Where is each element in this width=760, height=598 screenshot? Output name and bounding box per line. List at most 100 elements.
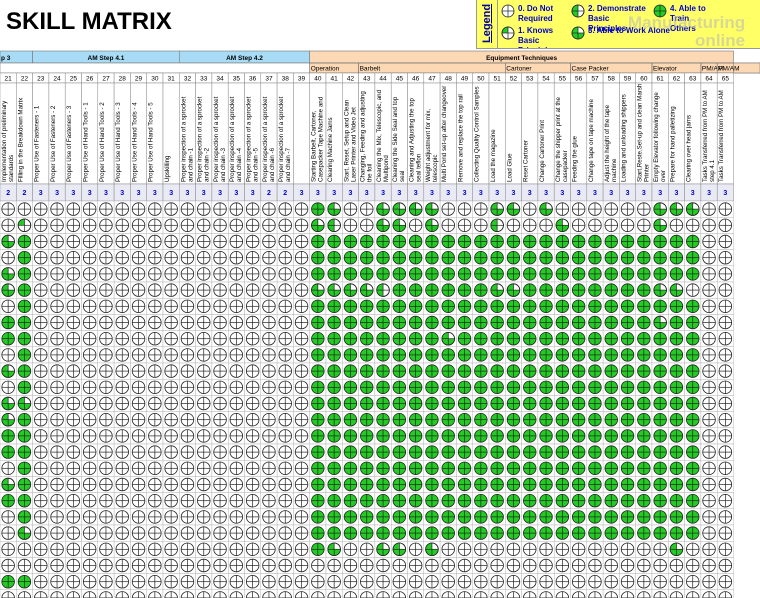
skill-level-icon [604,396,618,411]
skill-level-icon [653,218,667,233]
column-number: 48 [445,76,453,83]
skill-level-icon [360,396,374,411]
skill-level-icon [523,396,537,411]
skill-level-icon [278,396,292,411]
skill-level-icon [180,315,195,330]
skill-level-icon [50,575,64,589]
skill-level-icon [360,299,374,314]
skill-level-icon [604,542,618,557]
skill-level-icon [17,461,32,476]
legend-label-level-0: 0. Do Not Required [518,4,554,23]
skill-level-icon [50,364,64,378]
skill-level-icon [588,364,602,378]
skill-level-icon [262,445,276,459]
skill-level-icon [702,234,716,249]
skill-level-icon [571,380,586,395]
skill-level-icon [376,429,390,443]
employee-row [0,200,734,218]
skill-level-icon [148,558,162,573]
skill-level-icon [457,396,472,411]
skill-level-icon [229,315,244,330]
skill-level-icon [50,510,64,524]
skill-level-icon [457,461,472,476]
skill-level-icon [490,267,504,281]
skill-level-icon [555,315,570,330]
skill-level-icon [392,267,407,281]
skill-level-icon [34,364,48,378]
skill-level-icon [50,445,64,459]
skill-level-icon [474,413,488,427]
skill-level-icon [523,445,537,459]
skill-level-icon [408,251,423,265]
skill-level-icon [1,234,15,249]
watermark-line-2: online [695,31,746,50]
skill-level-icon [392,575,407,589]
skill-level-icon [115,234,129,249]
skill-level-icon [604,380,618,395]
skill-level-icon [34,445,48,459]
column-number: 46 [412,76,420,83]
skill-level-icon [1,429,15,443]
skill-level-icon [148,234,162,249]
column-number: 47 [428,76,436,83]
skill-level-icon [262,283,276,297]
skill-level-icon [686,364,700,378]
skill-level-icon [376,510,390,524]
target-level: 3 [723,190,727,197]
target-level: 3 [185,190,189,197]
skill-level-icon [245,267,260,281]
skill-level-icon [490,461,504,476]
skill-level-icon [669,558,684,573]
skill-level-icon [229,218,244,233]
skill-level-icon [213,364,227,378]
skill-level-icon [294,510,309,524]
skill-level-icon [555,348,570,362]
skill-level-icon [604,413,618,427]
skill-level-icon [360,558,374,573]
skill-level-icon [539,510,553,524]
skill-level-icon [588,558,602,573]
skill-level-icon [343,510,358,524]
column-number: 36 [249,76,257,83]
skill-level-icon [523,494,537,508]
skill-level-icon [474,267,488,281]
skill-level-icon [180,251,195,265]
target-level: 3 [88,190,92,197]
skill-level-icon [360,575,374,589]
skill-level-icon [278,283,292,297]
skill-level-icon [1,461,15,476]
skill-level-icon [115,332,129,346]
skill-level-icon [702,332,716,346]
skill-level-icon [82,445,97,459]
skill-level-icon [441,202,455,216]
skill-level-icon [441,575,455,589]
skill-level-icon [278,542,292,557]
skill-level-icon [637,348,651,362]
skill-level-icon [197,445,211,459]
skill-level-icon [66,445,81,459]
skill-level-icon [180,283,195,297]
skill-level-icon [506,396,521,411]
skill-level-icon [653,251,667,265]
skill-level-icon [245,445,260,459]
skill-level-icon [718,429,733,443]
skill-level-icon [245,283,260,297]
task-label: Change Cartoner Print [539,120,546,182]
skill-level-icon [604,202,618,216]
skill-level-icon [474,234,488,249]
skill-level-icon [620,283,635,297]
skill-level-icon [213,380,227,395]
skill-level-icon [653,283,667,297]
target-level: 3 [495,190,499,197]
skill-level-icon [523,218,537,233]
skill-level-icon [686,380,700,395]
skill-level-icon [294,396,309,411]
skill-level-icon [311,380,325,395]
skill-level-icon [131,315,146,330]
skill-level-icon [702,542,716,557]
skill-level-icon [278,429,292,443]
skill-level-icon [718,461,733,476]
skill-level-icon [17,348,32,362]
skill-level-icon [490,477,504,492]
subcategory-label: Case Packer [572,66,610,73]
